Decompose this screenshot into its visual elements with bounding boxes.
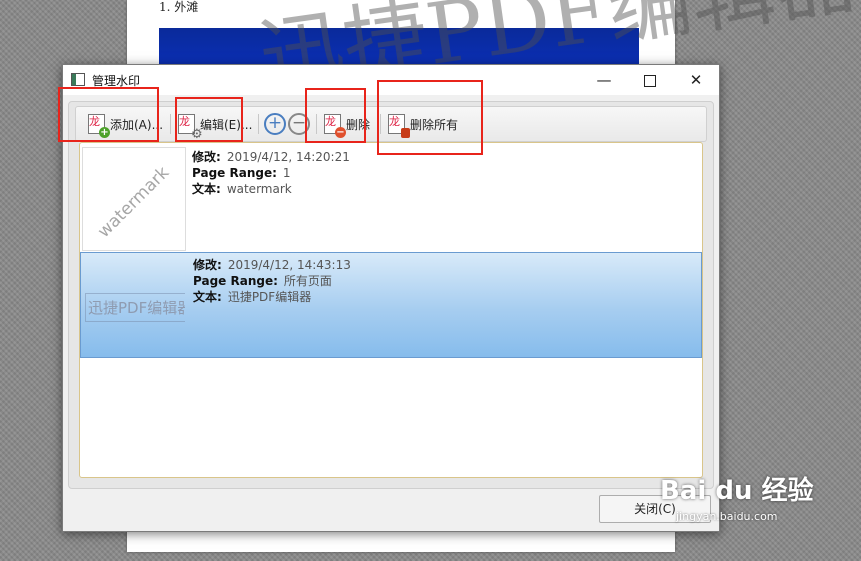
watermark-details: 修改: 2019/4/12, 14:43:13 Page Range: 所有页面 文… [193,257,351,305]
text-key: 文本: [193,290,222,304]
modified-value: 2019/4/12, 14:43:13 [227,258,351,272]
watermark-list-item-selected[interactable]: 迅捷PDF编辑器 修改: 2019/4/12, 14:43:13 Page Ran… [80,252,702,358]
toolbar-separator [258,114,259,134]
highlight-add [58,87,159,142]
maximize-icon [644,74,656,87]
minimize-button[interactable]: — [581,65,627,95]
highlight-delete-all [377,80,483,155]
highlight-edit [175,97,243,142]
text-value: 迅捷PDF编辑器 [227,290,312,304]
thumbnail-text: 迅捷PDF编辑器 [85,293,185,322]
watermark-panel: + 添加(A)... ⚙ 编辑(E)... + − − 删除 删除所有 [68,101,714,489]
maximize-button[interactable] [627,65,673,95]
toolbar-separator [170,114,171,134]
modified-key: 修改: [192,150,221,164]
thumbnail-text: watermark [94,162,174,242]
zoom-in-button[interactable]: + [264,113,286,135]
watermark-thumbnail: watermark [82,147,186,251]
text-key: 文本: [192,182,221,196]
page-range-key: Page Range: [192,166,277,180]
baidu-jingyan-url: jingyan.baidu.com [676,510,778,523]
baidu-jingyan-logo: Bai du 经验 [660,476,814,506]
page-heading: 1. 外滩 [159,0,199,14]
watermark-details: 修改: 2019/4/12, 14:20:21 Page Range: 1 文本: w… [192,149,350,197]
watermark-list-item[interactable]: watermark 修改: 2019/4/12, 14:20:21 Page Ra… [80,145,702,251]
app-icon [71,73,85,86]
watermark-thumbnail: 迅捷PDF编辑器 [83,255,185,357]
close-window-button[interactable]: ✕ [673,65,719,95]
highlight-delete [305,88,366,143]
page-range-value: 所有页面 [283,274,332,288]
modified-value: 2019/4/12, 14:20:21 [226,150,350,164]
modified-key: 修改: [193,258,222,272]
page-range-value: 1 [282,166,291,180]
page-range-key: Page Range: [193,274,278,288]
text-value: watermark [226,182,292,196]
watermark-list: watermark 修改: 2019/4/12, 14:20:21 Page Ra… [79,142,703,478]
